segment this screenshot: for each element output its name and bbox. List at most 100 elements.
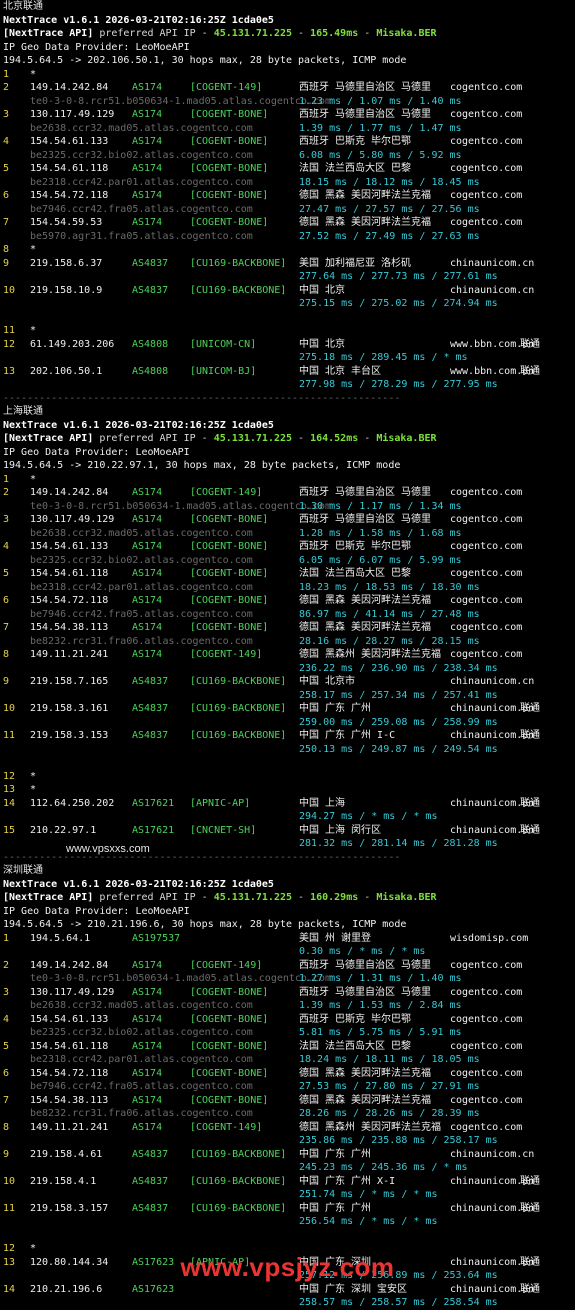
hop-number: 12 (3, 338, 16, 350)
hop-asn: AS4837 (132, 1202, 169, 1214)
hop-ip: 154.54.61.118 (30, 163, 109, 174)
hop-detail: 277.64 ms / 277.73 ms / 277.61 ms (0, 270, 575, 284)
hop-ip: 219.158.6.37 (30, 257, 103, 269)
hop-ip: 154.54.61.133 (30, 136, 109, 147)
hop-rdns: be2318.ccr42.par01.atlas.cogentco.com (30, 176, 253, 188)
hop-row: 2 149.14.242.84 AS174 [COGENT-149] 西班牙 马德里自治… (0, 81, 575, 95)
watermark-main: www.vpsjyz.com (180, 1251, 395, 1282)
hop-row: 1 * (0, 473, 575, 487)
hop-number: 12 (3, 1243, 16, 1254)
hop-row: 12 61.149.203.206 AS4808 [UNICOM-CN] 中国 北京 ww… (0, 338, 575, 352)
hop-geo: 德国 黑森 美因河畔法兰克福 (299, 622, 432, 633)
hop-ip: 112.64.250.202 (30, 797, 115, 809)
hop-tag: [COGENT-149] (190, 959, 263, 971)
hop-asn: AS174 (132, 136, 163, 147)
hop-detail: 294.27 ms / * ms / * ms (0, 810, 575, 824)
api-sep1: - (292, 28, 311, 39)
hop-host: cogentco.com (450, 82, 523, 93)
hop-ip: 130.117.49.129 (30, 514, 115, 525)
hop-rtt: 250.13 ms / 249.87 ms / 249.54 ms (299, 743, 498, 755)
geo-provider: IP Geo Data Provider: LeoMoeAPI (0, 905, 575, 919)
api-ms: 164.52ms (310, 433, 359, 444)
route-text: 194.5.64.5 -> 202.106.50.1, 30 hops max,… (3, 55, 407, 66)
trace-header-text: NextTrace v1.6.1 2026-03-21T02:16:25Z 1c… (3, 14, 274, 26)
hop-rtt: 18.15 ms / 18.12 ms / 18.45 ms (299, 176, 480, 188)
hop-row: 15 210.22.97.1 AS17621 [CNCNET-SH] 中国 上海 闵行区… (0, 824, 575, 838)
terminal-output: 北京联通 NextTrace v1.6.1 2026-03-21T02:16:25… (0, 0, 575, 1310)
hop-asn: AS174 (132, 217, 163, 228)
hop-asn: AS4808 (132, 365, 169, 377)
hop-detail: be2325.ccr32.bio02.atlas.cogentco.com 6.0… (0, 554, 575, 568)
hop-host: cogentco.com (450, 986, 523, 998)
hop-detail: te0-3-0-8.rcr51.b050634-1.mad05.atlas.co… (0, 95, 575, 109)
hop-row: 11 219.158.3.157 AS4837 [CU169-BACKBONE] 中国 … (0, 1202, 575, 1216)
route-text: 194.5.64.5 -> 210.21.196.6, 30 hops max,… (3, 919, 407, 930)
hop-number: 3 (3, 109, 10, 120)
hop-asn: AS174 (132, 487, 163, 498)
hop-asn: AS4808 (132, 338, 169, 350)
hop-rtt: 277.64 ms / 277.73 ms / 277.61 ms (299, 271, 498, 282)
hop-timeout-star: * (30, 68, 37, 80)
hop-ip: 149.14.242.84 (30, 82, 109, 93)
hop-ip: 149.14.242.84 (30, 487, 109, 498)
hop-number: 10 (3, 703, 16, 714)
hop-asn: AS174 (132, 1013, 163, 1025)
hop-ip: 149.11.21.241 (30, 1121, 109, 1133)
hop-asn: AS174 (132, 514, 163, 525)
hop-ip: 219.158.3.153 (30, 730, 109, 741)
hop-detail: 277.98 ms / 278.29 ms / 277.95 ms (0, 378, 575, 392)
api-node: Misaka.BER (376, 28, 437, 39)
api-sep2: - (358, 433, 377, 444)
geo-provider: IP Geo Data Provider: LeoMoeAPI (0, 41, 575, 55)
hop-number: 2 (3, 487, 10, 498)
hop-ip: 219.158.3.157 (30, 1202, 109, 1214)
hop-number: 11 (3, 730, 16, 741)
hop-geo: 中国 上海 (299, 797, 346, 809)
hop-tag: [COGENT-BONE] (190, 190, 269, 201)
hop-host: cogentco.com (450, 217, 523, 228)
hop-rdns: be2325.ccr32.bio02.atlas.cogentco.com (30, 149, 253, 161)
hop-detail: be7946.ccr42.fra05.atlas.cogentco.com 86.… (0, 608, 575, 622)
hop-rtt: 27.47 ms / 27.57 ms / 27.56 ms (299, 203, 480, 215)
hop-rtt: 1.39 ms / 1.77 ms / 1.47 ms (299, 122, 462, 134)
hop-geo: 中国 上海 闵行区 (299, 824, 382, 836)
hop-row: 10 219.158.3.161 AS4837 [CU169-BACKBONE] 中国 … (0, 702, 575, 716)
hop-number: 11 (3, 1202, 16, 1214)
hop-asn: AS197537 (132, 932, 181, 944)
hop-tag: [COGENT-BONE] (190, 986, 269, 998)
hop-geo: 德国 黑森 美因河畔法兰克福 (299, 1094, 432, 1106)
hop-geo: 德国 黑森 美因河畔法兰克福 (299, 1067, 432, 1079)
hop-number: 9 (3, 257, 10, 269)
api-node: Misaka.BER (376, 892, 437, 903)
hop-timeout-star: * (30, 244, 37, 255)
hop-geo: 中国 广东 广州 (299, 703, 372, 714)
hop-rtt: 258.17 ms / 257.34 ms / 257.41 ms (299, 689, 498, 701)
hop-isp: 联通 (520, 703, 540, 714)
hop-ip: 149.14.242.84 (30, 959, 109, 971)
hop-asn: AS174 (132, 1121, 163, 1133)
geo-provider-text: IP Geo Data Provider: LeoMoeAPI (3, 41, 190, 53)
hop-geo: 中国 广东 广州 I-C (299, 730, 396, 741)
route-line: 194.5.64.5 -> 202.106.50.1, 30 hops max,… (0, 54, 575, 68)
hop-rdns: be2325.ccr32.bio02.atlas.cogentco.com (30, 1027, 253, 1038)
hop-detail: 251.74 ms / * ms / * ms (0, 1188, 575, 1202)
hop-rdns: be2638.ccr32.mad05.atlas.cogentco.com (30, 122, 253, 134)
hop-rdns: be8232.rcr31.fra06.atlas.cogentco.com (30, 1108, 253, 1119)
hop-rtt: 275.18 ms / 289.45 ms / * ms (299, 352, 468, 363)
hop-rtt: 235.86 ms / 235.88 ms / 258.17 ms (299, 1135, 498, 1146)
hop-geo: 西班牙 马德里自治区 马德里 (299, 109, 432, 120)
hop-rtt: 6.08 ms / 5.80 ms / 5.92 ms (299, 149, 462, 161)
hop-number: 15 (3, 824, 16, 836)
hop-ip: 149.11.21.241 (30, 649, 109, 660)
hop-host: cogentco.com (450, 1013, 523, 1025)
hop-rtt: 245.23 ms / 245.36 ms / * ms (299, 1162, 468, 1173)
hop-detail: be8232.rcr31.fra06.atlas.cogentco.com 28.… (0, 635, 575, 649)
hop-rtt: 256.54 ms / * ms / * ms (299, 1216, 438, 1227)
hop-number: 1 (3, 68, 10, 80)
hop-geo: 中国 广东 深圳 宝安区 (299, 1283, 408, 1295)
hop-tag: [APNIC-AP] (190, 797, 251, 809)
section-caption-text: 深圳联通 (3, 865, 43, 876)
hop-tag: [COGENT-BONE] (190, 595, 269, 606)
api-node: Misaka.BER (376, 433, 437, 444)
hop-number: 5 (3, 163, 10, 174)
